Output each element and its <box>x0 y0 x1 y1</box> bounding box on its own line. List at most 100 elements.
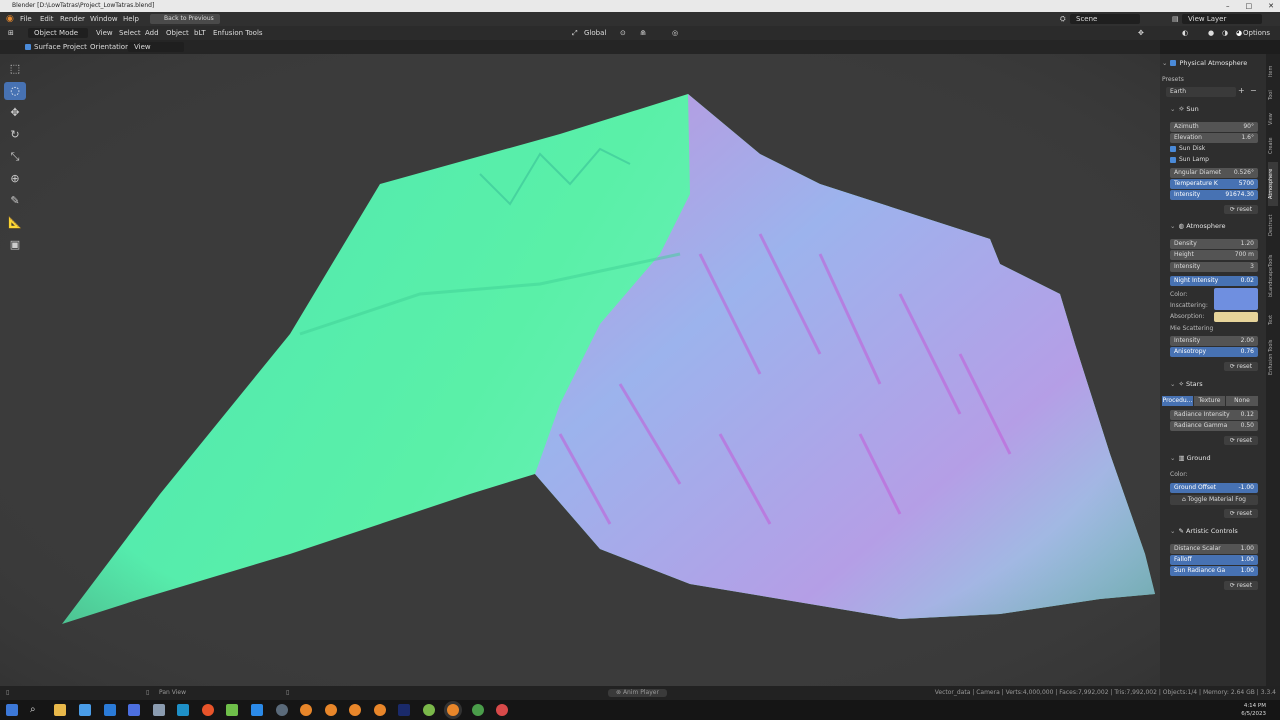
blender-active-icon[interactable] <box>447 704 459 716</box>
taskbar-clock[interactable]: 4:14 PM 6/5/2023 <box>1241 702 1266 718</box>
mode-selector[interactable]: Object Mode <box>28 28 88 38</box>
menu-select[interactable]: Select <box>119 26 141 40</box>
toggle-material-fog-button[interactable]: ⌂ Toggle Material Fog <box>1170 495 1258 505</box>
shading-material-icon[interactable]: ◑ <box>1222 26 1228 40</box>
physical-atmosphere-header[interactable]: ⌄ Physical Atmosphere <box>1162 59 1262 67</box>
3d-viewport[interactable] <box>0 54 1160 686</box>
sun-header[interactable]: ⌄ ☼ Sun <box>1170 105 1270 113</box>
back-to-previous-button[interactable]: Back to Previous <box>150 14 220 24</box>
sun-radiance-gamma-field[interactable]: Sun Radiance Ga 1.00 <box>1170 566 1258 576</box>
absorption-color-swatch[interactable] <box>1214 312 1258 322</box>
transform-icon[interactable]: ⊕ <box>4 170 26 188</box>
menu-render[interactable]: Render <box>60 12 85 26</box>
pivot-icon[interactable]: ⊙ <box>620 26 626 40</box>
ground-reset-button[interactable]: ⟳ reset <box>1224 509 1258 518</box>
elevation-field[interactable]: Elevation 1.6° <box>1170 133 1258 143</box>
select-box-icon[interactable]: ⬚ <box>4 60 26 78</box>
temperature-field[interactable]: Temperature K 5700 <box>1170 179 1258 189</box>
ground-header[interactable]: ⌄ ▥ Ground <box>1170 454 1270 462</box>
blender-icon[interactable] <box>374 704 386 716</box>
menu-enfusion-tools[interactable]: Enfusion Tools <box>213 26 263 40</box>
overlay-icon[interactable]: ◐ <box>1182 26 1188 40</box>
radiance-intensity-field[interactable]: Radiance Intensity 0.12 <box>1170 410 1258 420</box>
tab-create[interactable]: Create <box>1268 132 1278 160</box>
save-icon[interactable] <box>128 704 140 716</box>
maximize-button[interactable]: □ <box>1246 0 1253 12</box>
radiance-gamma-field[interactable]: Radiance Gamma 0.50 <box>1170 421 1258 431</box>
menu-blt[interactable]: bLT <box>194 26 206 40</box>
checkbox-icon[interactable] <box>1170 60 1177 66</box>
azimuth-field[interactable]: Azimuth 90° <box>1170 122 1258 132</box>
menu-file[interactable]: File <box>20 12 32 26</box>
menu-edit[interactable]: Edit <box>40 12 54 26</box>
app-icon[interactable] <box>177 704 189 716</box>
tab-tool[interactable]: Tool <box>1268 84 1278 106</box>
transform-orientation-selector[interactable]: Global <box>584 26 606 40</box>
store-icon[interactable] <box>79 704 91 716</box>
artistic-reset-button[interactable]: ⟳ reset <box>1224 581 1258 590</box>
falloff-field[interactable]: Falloff 1.00 <box>1170 555 1258 565</box>
select-circle-icon[interactable]: ◌ <box>4 82 26 100</box>
mie-intensity-field[interactable]: Intensity 2.00 <box>1170 336 1258 346</box>
move-icon[interactable]: ✥ <box>4 104 26 122</box>
snap-icon[interactable]: ⋒ <box>640 26 646 40</box>
preset-dropdown[interactable]: Earth <box>1166 87 1236 97</box>
mail-icon[interactable] <box>104 704 116 716</box>
density-field[interactable]: Density 1.20 <box>1170 239 1258 249</box>
sun-lamp-checkbox[interactable]: Sun Lamp <box>1170 156 1209 163</box>
scene-selector[interactable]: Scene <box>1070 14 1140 24</box>
ground-offset-field[interactable]: Ground Offset -1.00 <box>1170 483 1258 493</box>
atmosphere-header[interactable]: ⌄ ◍ Atmosphere <box>1170 222 1270 230</box>
angular-diameter-field[interactable]: Angular Diamet 0.526° <box>1170 168 1258 178</box>
anim-player-badge[interactable]: ⊗ Anim Player <box>608 689 667 697</box>
qgis-icon[interactable] <box>423 704 435 716</box>
blender-icon[interactable] <box>325 704 337 716</box>
shading-rendered-icon[interactable]: ◕ <box>1236 26 1242 40</box>
menu-view[interactable]: View <box>96 26 113 40</box>
stars-header[interactable]: ⌄ ✧ Stars <box>1170 380 1270 388</box>
notepad-icon[interactable] <box>226 704 238 716</box>
calculator-icon[interactable] <box>153 704 165 716</box>
proportional-edit-icon[interactable]: ◎ <box>672 26 678 40</box>
menu-window[interactable]: Window <box>90 12 118 26</box>
blender-icon[interactable] <box>349 704 361 716</box>
photoshop-icon[interactable] <box>398 704 410 716</box>
blender-logo-icon[interactable]: ◉ <box>6 12 14 26</box>
sun-reset-button[interactable]: ⟳ reset <box>1224 205 1258 214</box>
tab-item[interactable]: Item <box>1268 60 1278 82</box>
chrome-icon[interactable] <box>472 704 484 716</box>
minimize-button[interactable]: – <box>1226 0 1230 12</box>
inscattering-color-swatch[interactable] <box>1214 288 1258 310</box>
steam-icon[interactable] <box>276 704 288 716</box>
menu-help[interactable]: Help <box>123 12 139 26</box>
vscode-icon[interactable] <box>251 704 263 716</box>
height-field[interactable]: Height 700 m <box>1170 250 1258 260</box>
atmosphere-reset-button[interactable]: ⟳ reset <box>1224 362 1258 371</box>
tab-blandscapetools[interactable]: bLandscapeTools <box>1268 244 1278 308</box>
orientation-selector[interactable]: View <box>128 42 184 52</box>
anisotropy-field[interactable]: Anisotropy 0.76 <box>1170 347 1258 357</box>
options-dropdown[interactable]: Options <box>1243 26 1270 40</box>
gizmo-icon[interactable]: ✥ <box>1138 26 1144 40</box>
artistic-controls-header[interactable]: ⌄ ✎ Artistic Controls <box>1170 527 1270 535</box>
search-icon[interactable]: ⌕ <box>30 704 42 716</box>
app-red-icon[interactable] <box>496 704 508 716</box>
measure-icon[interactable]: 📐 <box>4 214 26 232</box>
add-preset-button[interactable]: + <box>1238 86 1245 95</box>
windows-start-icon[interactable] <box>6 704 18 716</box>
menu-object[interactable]: Object <box>166 26 189 40</box>
sun-intensity-field[interactable]: Intensity 91674.30 <box>1170 190 1258 200</box>
stars-mode-texture[interactable]: Texture <box>1194 396 1225 406</box>
menu-add[interactable]: Add <box>145 26 159 40</box>
tab-destruct[interactable]: Destruct <box>1268 208 1278 242</box>
shading-solid-icon[interactable]: ● <box>1208 26 1214 40</box>
add-cube-icon[interactable]: ▣ <box>4 236 26 254</box>
surface-project-checkbox[interactable]: Surface Project <box>25 40 87 54</box>
tab-text[interactable]: Text <box>1268 310 1278 330</box>
distance-scalar-field[interactable]: Distance Scalar 1.00 <box>1170 544 1258 554</box>
sun-disk-checkbox[interactable]: Sun Disk <box>1170 145 1205 152</box>
firefox-icon[interactable] <box>202 704 214 716</box>
night-intensity-field[interactable]: Night Intensity 0.02 <box>1170 276 1258 286</box>
file-explorer-icon[interactable] <box>54 704 66 716</box>
stars-mode-procedural[interactable]: Procedu... <box>1162 396 1193 406</box>
